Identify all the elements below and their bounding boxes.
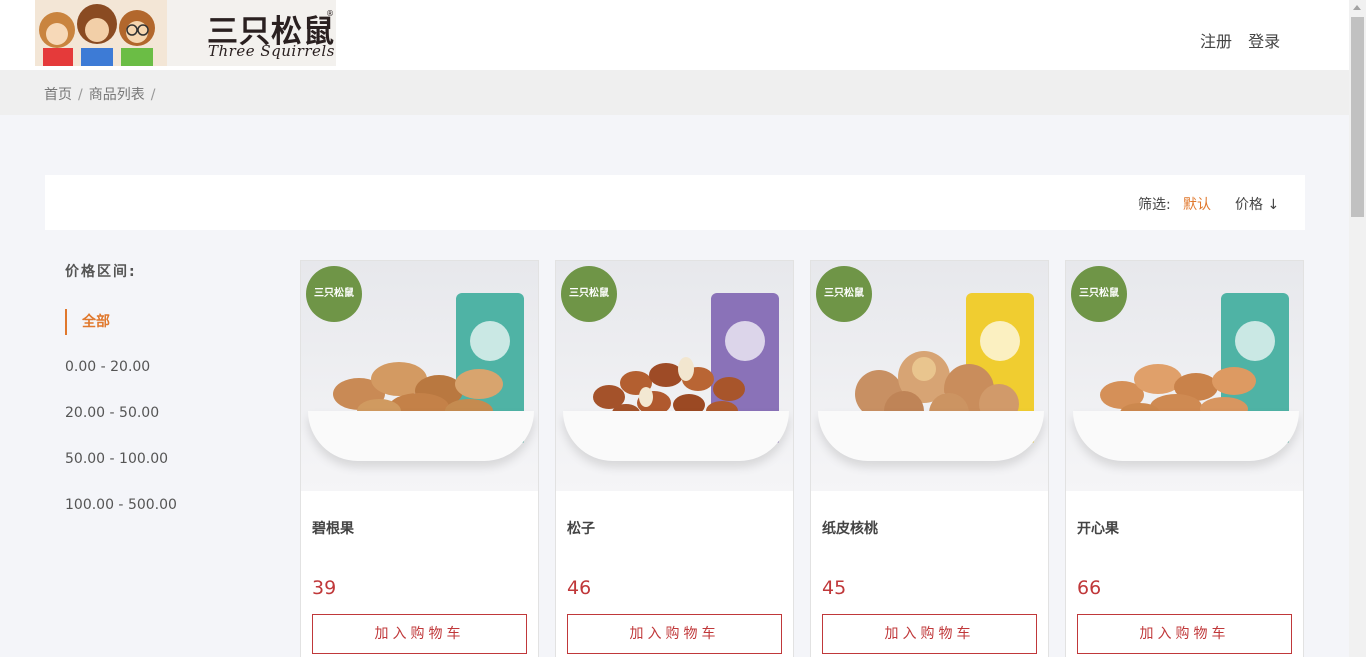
product-name[interactable]: 松子 [567, 518, 595, 538]
price-range-100-500[interactable]: 100.00 - 500.00 [65, 497, 177, 513]
bowl [308, 411, 534, 461]
breadcrumb: 首页 / 商品列表 / [44, 84, 161, 104]
sort-price-button[interactable]: 价格 ↓ [1235, 194, 1279, 214]
breadcrumb-separator: / [150, 87, 156, 103]
price-range-0-20[interactable]: 0.00 - 20.00 [65, 359, 150, 375]
breadcrumb-separator: / [78, 87, 83, 103]
add-to-cart-button[interactable]: 加入购物车 [822, 614, 1037, 654]
squirrel-mascots-icon [35, 0, 167, 66]
product-name[interactable]: 碧根果 [312, 518, 354, 538]
add-to-cart-button[interactable]: 加入购物车 [567, 614, 782, 654]
brand-badge-icon: 三只松鼠 [561, 266, 617, 322]
filter-bar: 筛选: 默认 价格 ↓ [45, 175, 1305, 230]
bowl [818, 411, 1044, 461]
header: 三只松鼠 ® Three Squirrels 注册 登录 [0, 0, 1349, 70]
brand-badge-icon: 三只松鼠 [306, 266, 362, 322]
price-range-50-100[interactable]: 50.00 - 100.00 [65, 451, 168, 467]
product-price: 39 [312, 577, 337, 599]
price-range-title: 价格区间: [65, 264, 137, 280]
price-range-all[interactable]: 全部 [65, 309, 110, 335]
product-card[interactable]: 三只松鼠 碧根果 39 加入购物车 [300, 260, 539, 657]
login-link[interactable]: 登录 [1248, 32, 1280, 51]
product-image[interactable]: 三只松鼠 [301, 261, 538, 491]
scrollbar[interactable] [1349, 0, 1366, 657]
add-to-cart-button[interactable]: 加入购物车 [312, 614, 527, 654]
bowl [1073, 411, 1299, 461]
breadcrumb-home[interactable]: 首页 [44, 87, 72, 103]
product-card[interactable]: 三只松鼠 松子 46 加入购物车 [555, 260, 794, 657]
product-card[interactable]: 三只松鼠 纸皮核桃 45 加入购物车 [810, 260, 1049, 657]
account-links: 注册 登录 [1200, 28, 1291, 52]
scrollbar-thumb[interactable] [1351, 17, 1364, 217]
product-price: 66 [1077, 577, 1102, 599]
sort-default-button[interactable]: 默认 [1183, 194, 1211, 214]
product-image[interactable]: 三只松鼠 [1066, 261, 1303, 491]
product-image[interactable]: 三只松鼠 [811, 261, 1048, 491]
add-to-cart-button[interactable]: 加入购物车 [1077, 614, 1292, 654]
brand-badge-icon: 三只松鼠 [816, 266, 872, 322]
breadcrumb-product-list[interactable]: 商品列表 [89, 87, 145, 103]
registered-mark: ® [326, 9, 334, 18]
logo-text-en: Three Squirrels [208, 42, 335, 60]
product-price: 45 [822, 577, 847, 599]
bowl [563, 411, 789, 461]
price-range-20-50[interactable]: 20.00 - 50.00 [65, 405, 159, 421]
product-name[interactable]: 纸皮核桃 [822, 518, 878, 538]
register-link[interactable]: 注册 [1200, 32, 1232, 51]
filter-label: 筛选: [1138, 197, 1171, 213]
logo[interactable]: 三只松鼠 ® Three Squirrels [35, 0, 336, 66]
breadcrumb-bar: 首页 / 商品列表 / [0, 70, 1349, 115]
brand-badge-icon: 三只松鼠 [1071, 266, 1127, 322]
product-card[interactable]: 三只松鼠 开心果 66 加入购物车 [1065, 260, 1304, 657]
product-name[interactable]: 开心果 [1077, 518, 1119, 538]
product-image[interactable]: 三只松鼠 [556, 261, 793, 491]
product-price: 46 [567, 577, 592, 599]
scroll-up-arrow-icon[interactable] [1353, 5, 1361, 10]
